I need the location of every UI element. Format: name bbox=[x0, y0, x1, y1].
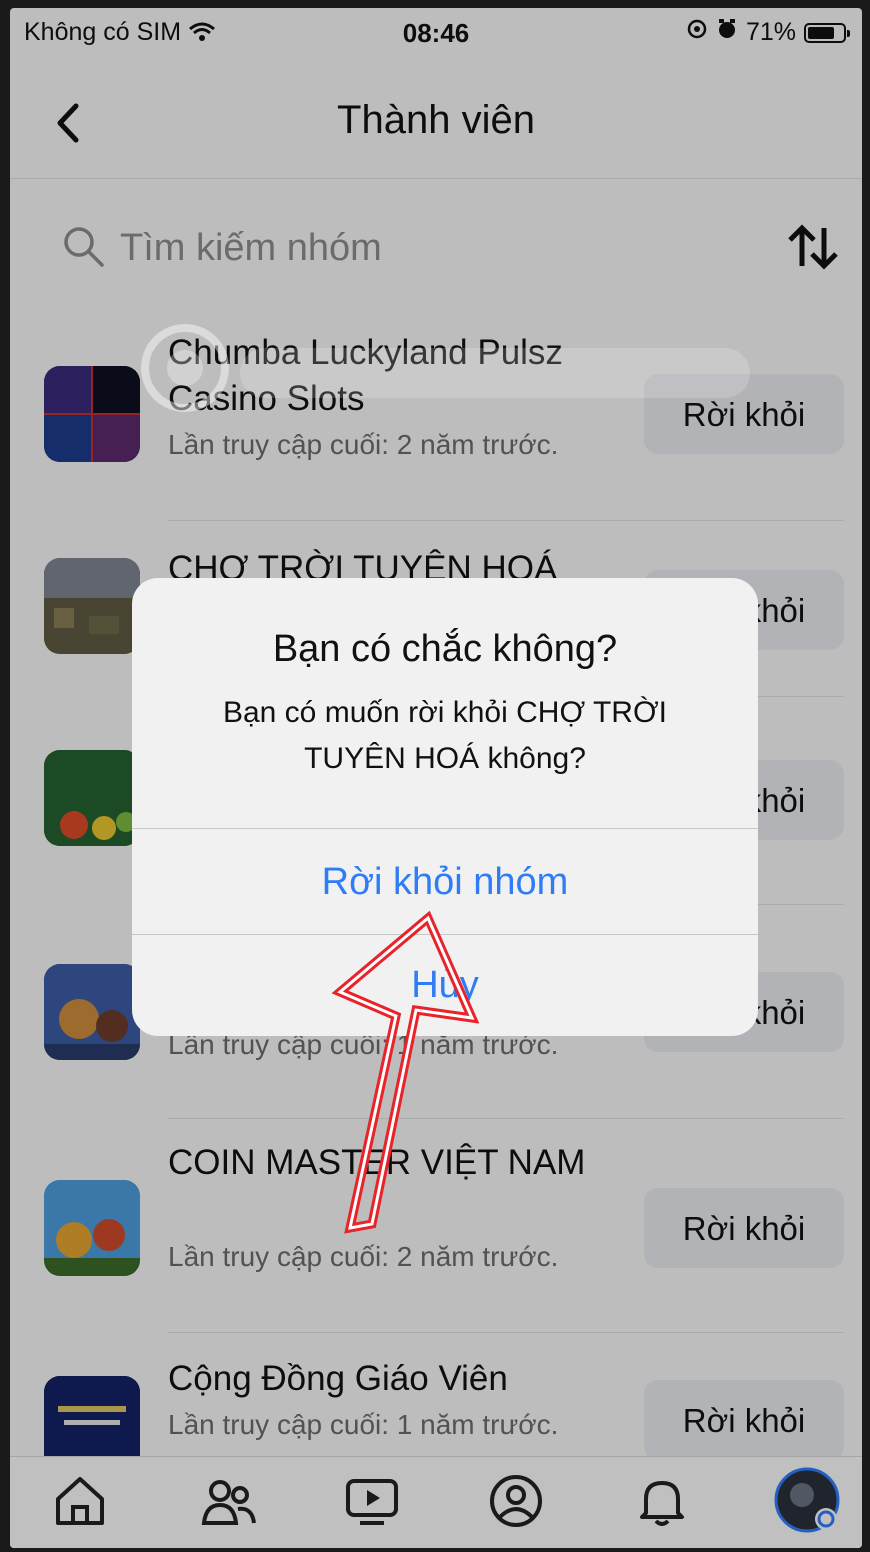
divider bbox=[132, 828, 758, 829]
tab-menu-avatar[interactable] bbox=[774, 1467, 840, 1533]
dialog-title: Bạn có chắc không? bbox=[272, 628, 618, 670]
group-thumbnail[interactable] bbox=[44, 964, 140, 1060]
sort-arrows-icon bbox=[788, 224, 838, 270]
search-input[interactable]: Tìm kiếm nhóm bbox=[60, 218, 760, 278]
group-last-visit: Lần truy cập cuối: 2 năm trước. bbox=[168, 429, 559, 460]
group-thumbnail[interactable] bbox=[44, 750, 140, 846]
divider bbox=[168, 520, 844, 521]
tab-notifications[interactable] bbox=[632, 1471, 692, 1531]
dialog-message: Bạn có muốn rời khỏi CHỢ TRỜI TUYÊN HOÁ … bbox=[222, 696, 668, 775]
page-title: Thành viên bbox=[337, 98, 535, 142]
list-item: Chumba Luckyland Pulsz Casino Slots Lần … bbox=[10, 328, 862, 528]
divider bbox=[168, 1118, 844, 1119]
group-thumbnail[interactable] bbox=[44, 558, 140, 654]
leave-button[interactable]: Rời khỏi bbox=[644, 374, 844, 454]
home-icon bbox=[56, 1477, 104, 1525]
group-last-visit: Lần truy cập cuối: 1 năm trước. bbox=[168, 1409, 559, 1440]
leave-button[interactable]: Rời khỏi bbox=[644, 1188, 844, 1268]
list-item: COIN MASTER VIỆT NAM Lần truy cập cuối: … bbox=[10, 1126, 862, 1336]
search-icon bbox=[60, 223, 106, 274]
profile-icon bbox=[490, 1475, 542, 1527]
group-thumbnail[interactable] bbox=[44, 1376, 140, 1456]
alarm-icon bbox=[716, 18, 738, 47]
tab-home[interactable] bbox=[50, 1471, 110, 1531]
avatar bbox=[774, 1467, 840, 1533]
tab-video[interactable] bbox=[342, 1471, 402, 1531]
divider bbox=[168, 1332, 844, 1333]
battery-icon bbox=[804, 22, 850, 43]
nav-header: Thành viên bbox=[10, 68, 862, 179]
group-name[interactable]: COIN MASTER VIỆT NAM bbox=[168, 1140, 638, 1186]
tab-groups[interactable] bbox=[198, 1471, 258, 1531]
group-thumbnail[interactable] bbox=[44, 366, 140, 462]
lock-rotation-icon bbox=[686, 18, 708, 47]
phone-screen: Không có SIM 08:46 71% Thành viên Tìm ki… bbox=[10, 8, 862, 1548]
battery-percent: 71% bbox=[745, 18, 796, 46]
video-icon bbox=[346, 1479, 398, 1525]
bell-icon bbox=[640, 1481, 684, 1526]
groups-icon bbox=[201, 1480, 256, 1525]
tab-bar bbox=[10, 1456, 862, 1548]
sort-button[interactable] bbox=[784, 220, 842, 274]
group-name[interactable]: Chumba Luckyland Pulsz Casino Slots bbox=[168, 330, 638, 422]
group-thumbnail[interactable] bbox=[44, 1180, 140, 1276]
leave-button[interactable]: Rời khỏi bbox=[644, 1380, 844, 1456]
cancel-button[interactable]: Hủy bbox=[132, 935, 758, 1036]
list-item: Cộng Đồng Giáo Viên Lần truy cập cuối: 1… bbox=[10, 1336, 862, 1456]
status-right: 71% bbox=[686, 18, 850, 47]
leave-group-button[interactable]: Rời khỏi nhóm bbox=[132, 830, 758, 934]
search-placeholder: Tìm kiếm nhóm bbox=[120, 226, 382, 269]
status-bar: Không có SIM 08:46 71% bbox=[10, 8, 862, 60]
confirm-dialog: Bạn có chắc không? Bạn có muốn rời khỏi … bbox=[132, 578, 758, 1036]
tab-profile[interactable] bbox=[486, 1471, 546, 1531]
group-last-visit: Lần truy cập cuối: 2 năm trước. bbox=[168, 1241, 559, 1272]
group-name[interactable]: Cộng Đồng Giáo Viên bbox=[168, 1356, 638, 1402]
